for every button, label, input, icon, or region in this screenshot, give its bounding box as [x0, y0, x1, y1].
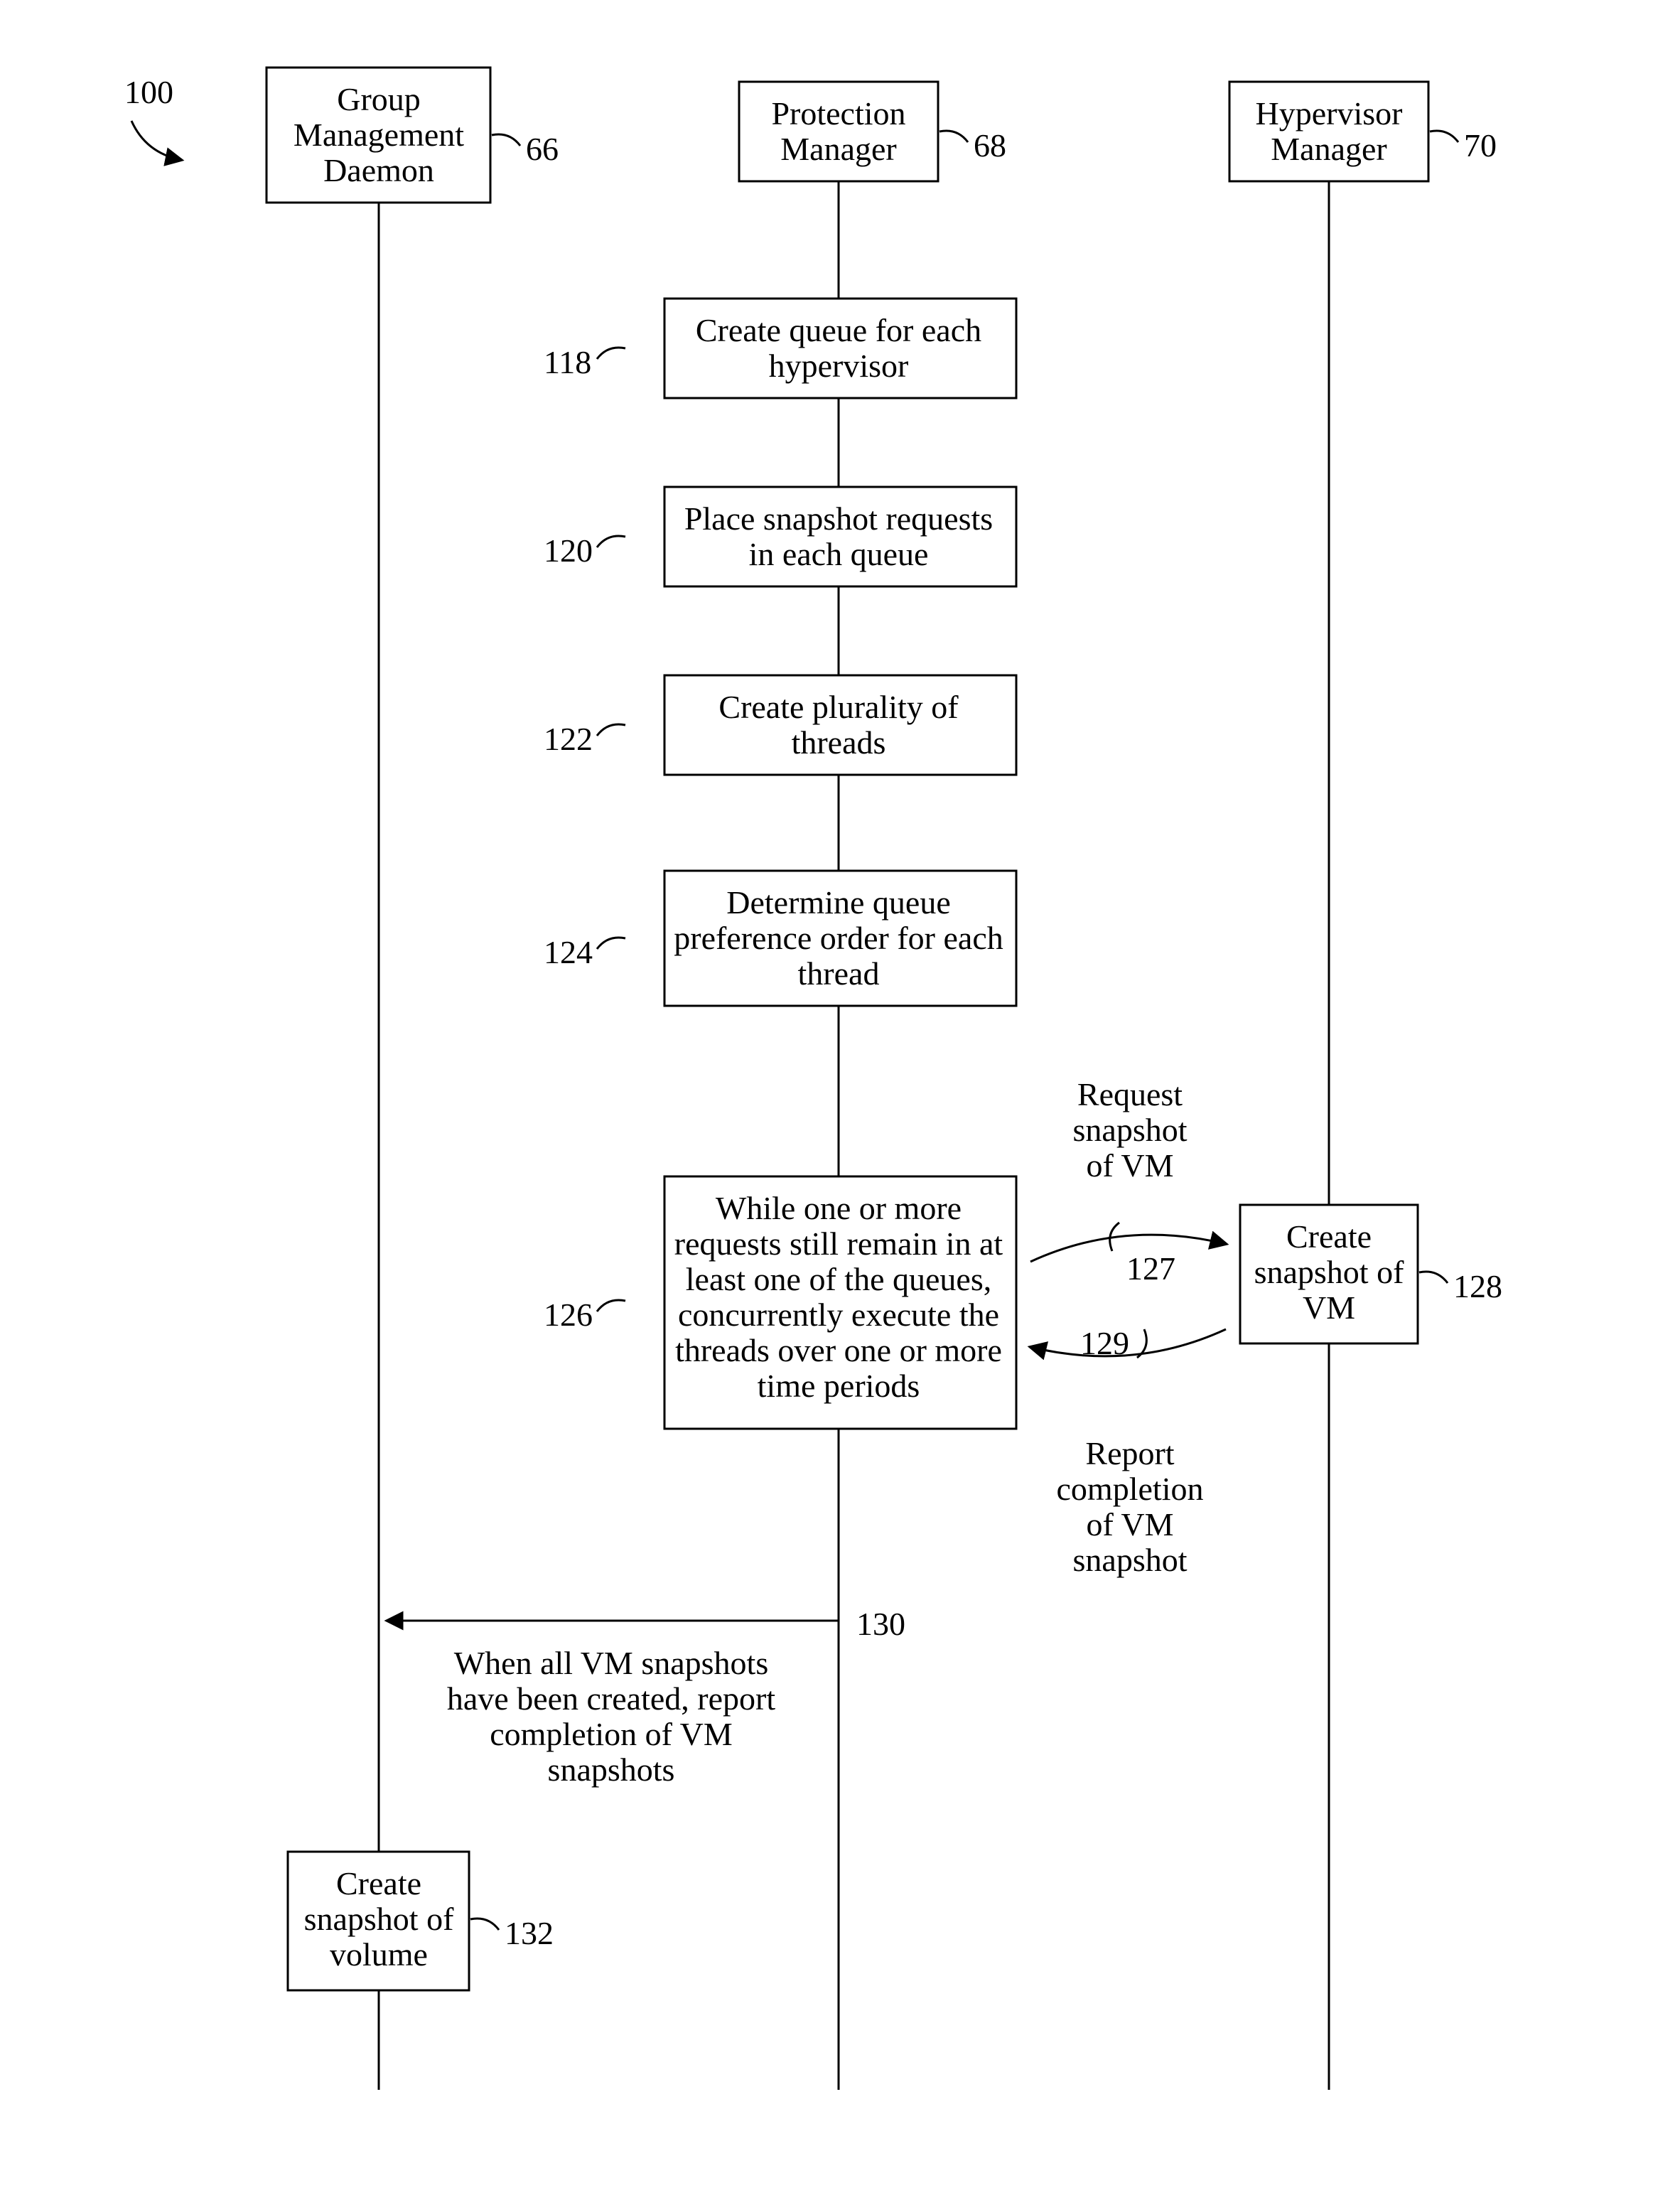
- msg-127-ref: 127: [1126, 1250, 1175, 1287]
- lane-pm-l2: Manager: [780, 131, 896, 167]
- msg-130-l3: completion of VM: [490, 1716, 733, 1752]
- step-122-l1: Create plurality of: [718, 689, 959, 725]
- ref-hook-128: [1419, 1272, 1448, 1283]
- ref-hook-124: [597, 938, 625, 949]
- msg-127-l3: of VM: [1086, 1147, 1173, 1184]
- step-128-ref: 128: [1453, 1268, 1502, 1304]
- lane-pm-l1: Protection: [771, 95, 905, 132]
- msg-130-l2: have been created, report: [447, 1680, 775, 1717]
- step-126-l5: threads over one or more: [675, 1332, 1002, 1368]
- step-126-l4: concurrently execute the: [678, 1297, 999, 1333]
- step-126-ref: 126: [544, 1297, 593, 1333]
- lane-gmd-l1: Group: [337, 81, 421, 117]
- step-128-l3: VM: [1303, 1289, 1355, 1326]
- step-128-l2: snapshot of: [1254, 1254, 1405, 1290]
- step-120-l2: in each queue: [749, 536, 929, 572]
- step-126-l3: least one of the queues,: [686, 1261, 991, 1297]
- lane-pm-ref: 68: [974, 127, 1006, 163]
- step-118-l1: Create queue for each: [696, 312, 981, 348]
- msg-130-l1: When all VM snapshots: [454, 1645, 769, 1681]
- step-120-ref: 120: [544, 532, 593, 569]
- ref-hook-66: [492, 134, 520, 146]
- step-124-ref: 124: [544, 934, 593, 970]
- step-122-l2: threads: [792, 724, 886, 761]
- step-132-l3: volume: [330, 1936, 428, 1973]
- figure-ref-arrow: [131, 121, 181, 160]
- ref-hook-126: [597, 1300, 625, 1311]
- msg-129-l4: snapshot: [1073, 1542, 1188, 1578]
- step-122-ref: 122: [544, 721, 593, 757]
- lane-gmd-l2: Management: [294, 117, 464, 153]
- lane-gmd-l3: Daemon: [323, 152, 434, 188]
- msg-129-l1: Report: [1085, 1435, 1174, 1471]
- figure-ref: 100: [124, 74, 173, 110]
- ref-hook-132: [470, 1919, 499, 1930]
- msg-130-l4: snapshots: [548, 1751, 675, 1788]
- lane-hm-ref: 70: [1464, 127, 1497, 163]
- step-118-l2: hypervisor: [769, 348, 909, 384]
- lane-hm-l1: Hypervisor: [1256, 95, 1403, 132]
- ref-hook-70: [1430, 131, 1458, 142]
- msg-129-ref: 129: [1080, 1325, 1129, 1361]
- msg-127-l1: Request: [1077, 1076, 1183, 1112]
- step-126-l6: time periods: [758, 1368, 920, 1404]
- step-126-l2: requests still remain in at: [674, 1225, 1003, 1262]
- ref-hook-118: [597, 348, 625, 359]
- ref-hook-120: [597, 536, 625, 547]
- step-118-ref: 118: [544, 344, 591, 380]
- step-124-l1: Determine queue: [726, 884, 950, 921]
- ref-hook-68: [939, 131, 968, 142]
- msg-129-l2: completion: [1057, 1471, 1204, 1507]
- step-120-l1: Place snapshot requests: [684, 500, 993, 537]
- step-132-ref: 132: [505, 1915, 554, 1951]
- msg-129-l3: of VM: [1086, 1506, 1173, 1542]
- ref-hook-122: [597, 724, 625, 736]
- lane-gmd-ref: 66: [526, 131, 559, 167]
- step-126-l1: While one or more: [716, 1190, 962, 1226]
- msg-130-ref: 130: [856, 1606, 905, 1642]
- lane-hm-l2: Manager: [1271, 131, 1386, 167]
- msg-127-l2: snapshot: [1073, 1112, 1188, 1148]
- step-132-l2: snapshot of: [304, 1901, 455, 1937]
- step-128-l1: Create: [1286, 1218, 1372, 1255]
- step-132-l1: Create: [336, 1865, 421, 1901]
- step-124-l2: preference order for each: [674, 920, 1003, 956]
- step-124-l3: thread: [798, 955, 880, 992]
